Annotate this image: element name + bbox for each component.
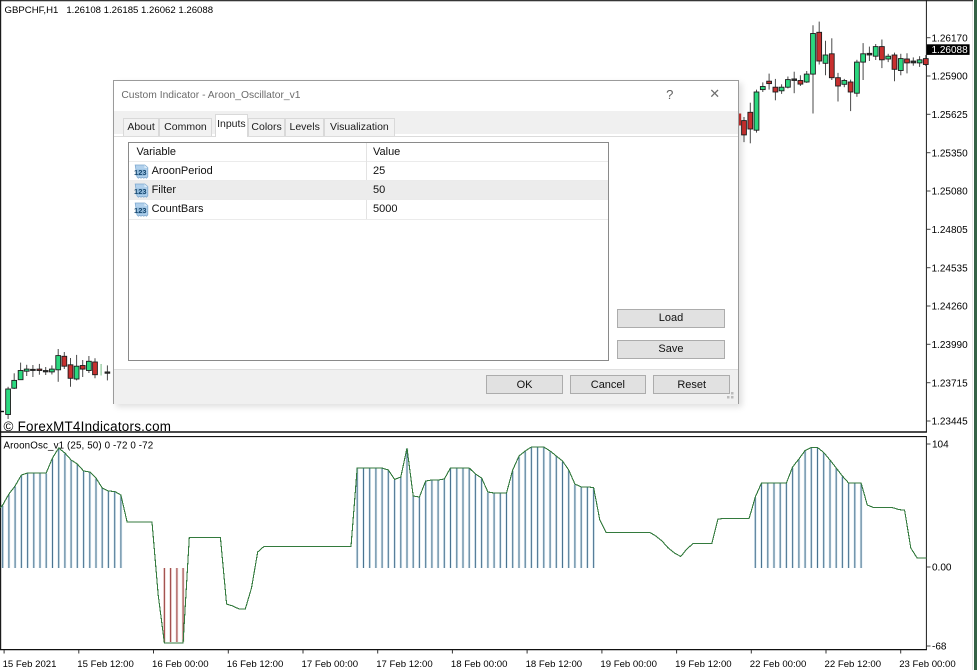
svg-text:1.24805: 1.24805 xyxy=(932,225,969,236)
svg-text:© ForexMT4Indicators.com: © ForexMT4Indicators.com xyxy=(4,419,172,434)
svg-text:123: 123 xyxy=(134,168,147,177)
svg-text:1.24535: 1.24535 xyxy=(932,263,969,274)
svg-text:19 Feb 12:00: 19 Feb 12:00 xyxy=(675,659,732,670)
svg-text:1.25625: 1.25625 xyxy=(932,110,969,121)
svg-text:0.00: 0.00 xyxy=(932,562,952,573)
svg-text:17 Feb 12:00: 17 Feb 12:00 xyxy=(376,659,433,670)
svg-text:16 Feb 12:00: 16 Feb 12:00 xyxy=(227,659,284,670)
svg-text:1.23990: 1.23990 xyxy=(932,340,969,351)
svg-text:15 Feb 2021: 15 Feb 2021 xyxy=(3,659,57,670)
svg-text:23 Feb 00:00: 23 Feb 00:00 xyxy=(899,659,956,670)
svg-text:1.25900: 1.25900 xyxy=(932,72,969,83)
svg-text:123: 123 xyxy=(134,206,147,215)
svg-text:22 Feb 12:00: 22 Feb 12:00 xyxy=(825,659,882,670)
svg-text:GBPCHF,H1 1.26108 1.26185 1.: GBPCHF,H1 1.26108 1.26185 1.26062 1.2608… xyxy=(5,5,214,16)
svg-text:18 Feb 00:00: 18 Feb 00:00 xyxy=(451,659,508,670)
svg-text:1.26088: 1.26088 xyxy=(932,45,969,56)
svg-text:18 Feb 12:00: 18 Feb 12:00 xyxy=(526,659,583,670)
svg-text:1.24260: 1.24260 xyxy=(932,302,969,313)
svg-text:AroonOsc_v1 (25, 50) 0 -72 0 -: AroonOsc_v1 (25, 50) 0 -72 0 -72 xyxy=(4,441,154,452)
svg-text:1.25080: 1.25080 xyxy=(932,187,969,198)
svg-text:19 Feb 00:00: 19 Feb 00:00 xyxy=(600,659,657,670)
svg-text:16 Feb 00:00: 16 Feb 00:00 xyxy=(152,659,209,670)
svg-text:123: 123 xyxy=(134,187,147,196)
svg-text:104: 104 xyxy=(932,439,949,450)
svg-text:15 Feb 12:00: 15 Feb 12:00 xyxy=(77,659,134,670)
svg-text:-68: -68 xyxy=(932,641,947,652)
svg-text:17 Feb 00:00: 17 Feb 00:00 xyxy=(302,659,359,670)
svg-text:1.23445: 1.23445 xyxy=(932,417,969,428)
svg-text:1.23715: 1.23715 xyxy=(932,378,969,389)
svg-text:1.25350: 1.25350 xyxy=(932,148,969,159)
svg-text:22 Feb 00:00: 22 Feb 00:00 xyxy=(750,659,807,670)
svg-text:1.26170: 1.26170 xyxy=(932,33,969,44)
